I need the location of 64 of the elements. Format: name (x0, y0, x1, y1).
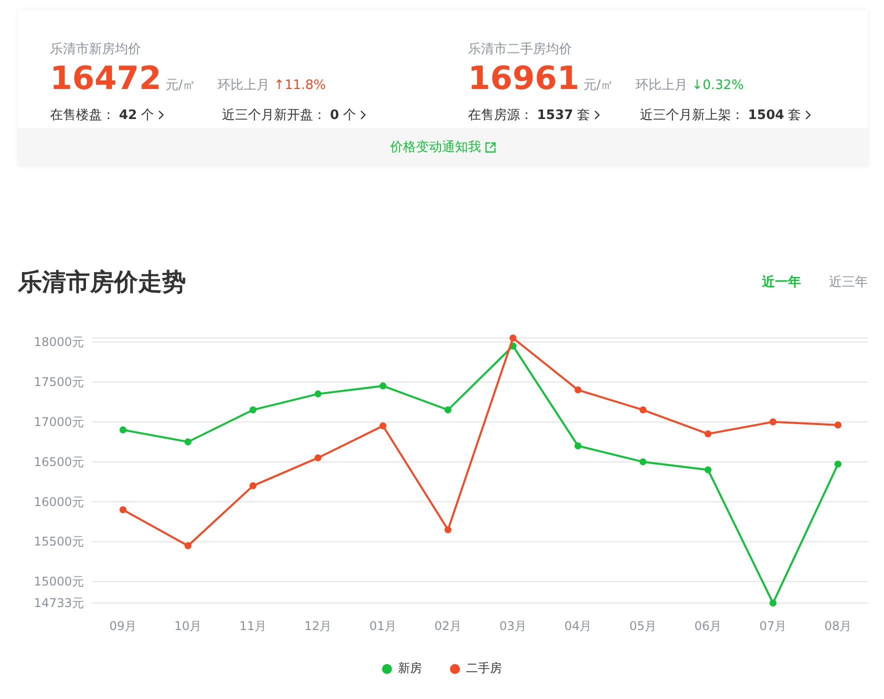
stat-link[interactable]: 在售房源： 1537 套 (468, 106, 640, 124)
data-point (184, 438, 192, 446)
price-unit: 元/㎡ (165, 77, 196, 94)
change-label: 环比上月 (218, 77, 270, 94)
data-point (380, 422, 386, 430)
x-axis-label: 01月 (369, 619, 397, 633)
average-price: 16472 (50, 60, 162, 96)
change-value: ↑11.8% (274, 78, 326, 93)
x-axis-label: 09月 (109, 619, 137, 633)
stat-link[interactable]: 近三个月新上架： 1504 套 (640, 106, 812, 124)
x-axis-label: 05月 (629, 619, 657, 633)
change-value: ↓0.32% (692, 78, 744, 93)
data-point (314, 390, 322, 398)
y-axis-label: 14733元 (34, 596, 84, 610)
data-point (380, 382, 386, 390)
summary-title: 乐清市新房均价 (50, 41, 142, 58)
y-axis-label: 17000元 (34, 414, 84, 429)
data-point (704, 466, 712, 474)
data-point (770, 600, 776, 606)
y-axis-label: 16500元 (34, 454, 84, 469)
x-axis-label: 12月 (304, 619, 332, 633)
data-point (314, 454, 322, 462)
x-axis-label: 06月 (694, 619, 722, 633)
x-axis-label: 11月 (239, 619, 267, 633)
price-unit: 元/㎡ (583, 77, 614, 94)
data-point (250, 406, 256, 414)
data-point (120, 426, 126, 434)
average-price: 16961 (468, 60, 580, 96)
stat-link[interactable]: 在售楼盘： 42 个 (50, 106, 222, 124)
y-axis-label: 17500元 (34, 374, 84, 389)
data-point (834, 422, 842, 428)
stat-link[interactable]: 近三个月新开盘： 0 个 (222, 106, 366, 124)
data-point (770, 418, 776, 426)
data-point (444, 526, 452, 534)
chevron-right-icon (158, 110, 164, 120)
x-axis-label: 07月 (759, 619, 787, 633)
data-point (574, 442, 582, 450)
chevron-right-icon (594, 110, 600, 120)
data-point (250, 482, 256, 490)
x-axis-label: 10月 (174, 619, 202, 633)
x-axis-label: 04月 (564, 619, 592, 633)
y-axis-label: 15000元 (34, 574, 84, 589)
data-point (120, 506, 126, 514)
y-axis-label: 18000元 (34, 335, 84, 349)
section-title: 乐清市房价走势 (18, 267, 186, 298)
data-point (640, 458, 646, 466)
data-point (704, 430, 712, 438)
chevron-right-icon (805, 110, 812, 120)
y-axis-label: 15500元 (34, 534, 84, 549)
data-point (184, 542, 192, 550)
external-link-icon (485, 142, 496, 152)
x-axis-label: 02月 (434, 619, 462, 633)
legend-label: 二手房 (466, 660, 502, 677)
data-point (444, 406, 452, 414)
data-point (640, 406, 646, 414)
summary-title: 乐清市二手房均价 (468, 41, 573, 58)
change-label: 环比上月 (636, 77, 688, 94)
data-point (834, 460, 842, 468)
x-axis-label: 08月 (824, 619, 852, 633)
legend-label: 新房 (398, 660, 422, 677)
y-axis-label: 16000元 (34, 494, 84, 509)
chevron-right-icon (360, 110, 366, 120)
x-axis-label: 03月 (499, 619, 527, 633)
data-point (574, 386, 582, 394)
